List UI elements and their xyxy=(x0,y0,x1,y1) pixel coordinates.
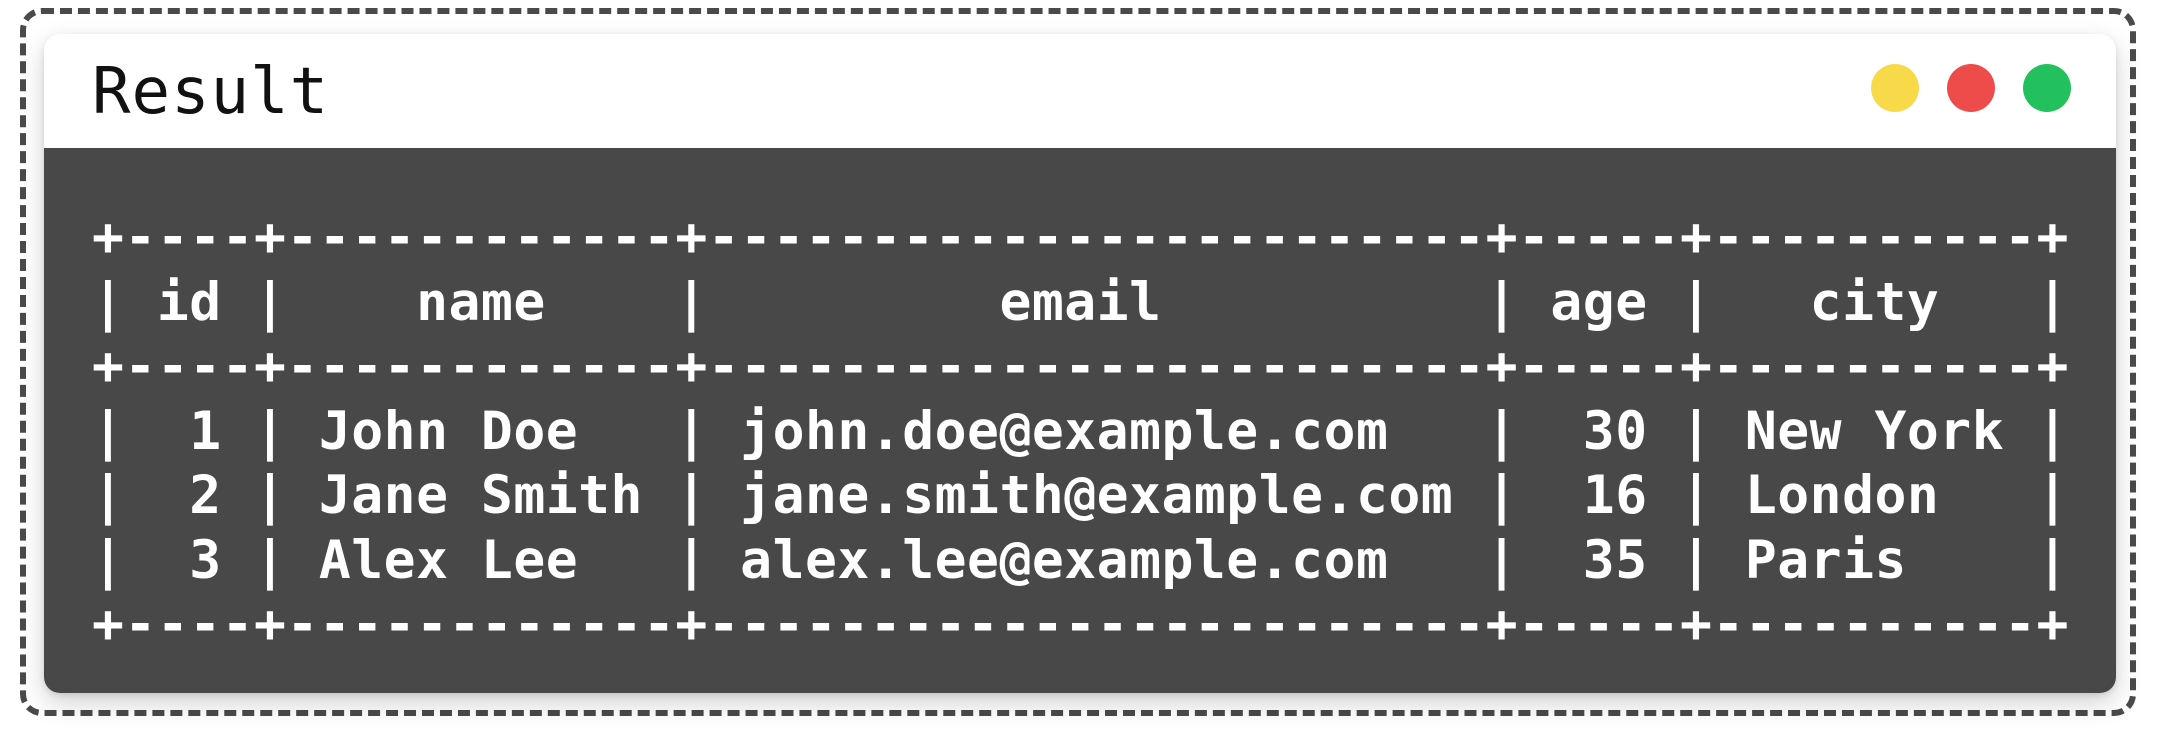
table-border-top: +----+------------+---------------------… xyxy=(92,207,2069,268)
maximize-dot-icon[interactable] xyxy=(2023,64,2071,112)
terminal-output: +----+------------+---------------------… xyxy=(44,148,2116,693)
ascii-result-table: +----+------------+---------------------… xyxy=(92,206,2069,658)
table-header-divider: +----+------------+---------------------… xyxy=(92,336,2069,397)
window-titlebar: Result xyxy=(44,34,2116,148)
window-title: Result xyxy=(92,55,330,129)
close-dot-icon[interactable] xyxy=(1947,64,1995,112)
minimize-dot-icon[interactable] xyxy=(1871,64,1919,112)
result-window: Result +----+------------+--------------… xyxy=(44,34,2116,693)
table-row: | 3 | Alex Lee | alex.lee@example.com | … xyxy=(92,529,2069,591)
table-header-row: | id | name | email | age | city | xyxy=(92,271,2069,333)
table-row: | 1 | John Doe | john.doe@example.com | … xyxy=(92,400,2069,462)
table-row: | 2 | Jane Smith | jane.smith@example.co… xyxy=(92,465,2069,526)
window-controls xyxy=(1871,64,2071,112)
table-border-bottom: +----+------------+---------------------… xyxy=(92,594,2069,655)
